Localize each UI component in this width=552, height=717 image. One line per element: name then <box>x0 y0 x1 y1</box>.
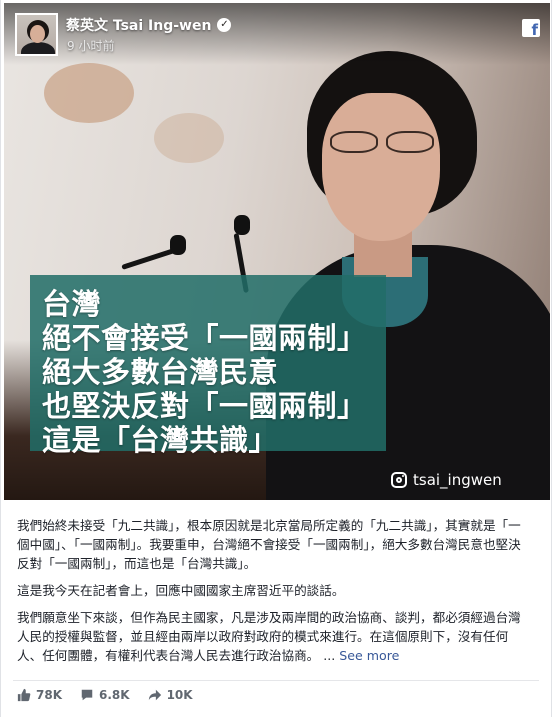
speaker-face <box>322 93 440 241</box>
post-paragraph-2: 這是我今天在記者會上，回應中國國家主席習近平的談話。 <box>17 583 345 598</box>
overlay-line-1: 台灣 <box>42 287 102 321</box>
post-author[interactable]: 蔡英文 Tsai Ing-wen ✓ <box>66 15 232 35</box>
see-more-link[interactable]: See more <box>339 648 399 663</box>
divider <box>13 680 539 681</box>
overlay-line-5: 這是「台灣共識」 <box>42 423 279 457</box>
engagement-bar: 78K 6.8K 10K <box>17 688 193 702</box>
author-name[interactable]: 蔡英文 Tsai Ing-wen <box>66 15 211 35</box>
comment-icon <box>81 689 93 701</box>
share-count[interactable]: 10K <box>148 688 193 702</box>
instagram-icon <box>391 472 407 488</box>
overlay-line-3: 絕大多數台灣民意 <box>42 355 279 389</box>
post-timestamp[interactable]: 9 小时前 <box>67 37 114 54</box>
verified-check-icon: ✓ <box>217 18 232 32</box>
background-decor <box>44 63 134 123</box>
share-arrow-icon <box>148 689 161 701</box>
overlay-line-2: 絕不會接受「一國兩制」 <box>42 321 367 355</box>
overlay-line-4: 也堅決反對「一國兩制」 <box>42 389 367 423</box>
post-paragraph-1: 我們始終未接受「九二共識」，根本原因就是北京當局所定義的「九二共識」，其實就是「… <box>17 518 521 571</box>
comment-count-value: 6.8K <box>99 688 130 702</box>
microphone-right-head <box>234 215 250 235</box>
share-count-value: 10K <box>166 688 193 702</box>
like-count[interactable]: 78K <box>17 688 62 702</box>
background-decor <box>154 113 224 163</box>
facebook-logo-icon: f <box>522 19 540 37</box>
avatar[interactable] <box>15 13 58 56</box>
speaker-glasses <box>330 131 434 153</box>
thumbs-up-icon <box>17 688 31 702</box>
post-image[interactable]: 台灣 絕不會接受「一國兩制」 絕大多數台灣民意 也堅決反對「一國兩制」 這是「台… <box>4 3 550 500</box>
post-paragraph-3: 我們願意坐下來談，但作為民主國家，凡是涉及兩岸間的政治協商、談判，都必須經過台灣… <box>17 608 533 665</box>
instagram-watermark: tsai_ingwen <box>391 469 502 491</box>
facebook-post-card: 台灣 絕不會接受「一國兩制」 絕大多數台灣民意 也堅決反對「一國兩制」 這是「台… <box>0 0 552 717</box>
instagram-handle: tsai_ingwen <box>413 471 502 489</box>
like-count-value: 78K <box>36 688 62 702</box>
microphone-left-head <box>170 235 186 255</box>
comment-count[interactable]: 6.8K <box>80 688 130 702</box>
post-body: 我們始終未接受「九二共識」，根本原因就是北京當局所定義的「九二共識」，其實就是「… <box>17 516 533 673</box>
post-paragraph-3-text: 我們願意坐下來談，但作為民主國家，凡是涉及兩岸間的政治協商、談判，都必須經過台灣… <box>17 610 521 663</box>
